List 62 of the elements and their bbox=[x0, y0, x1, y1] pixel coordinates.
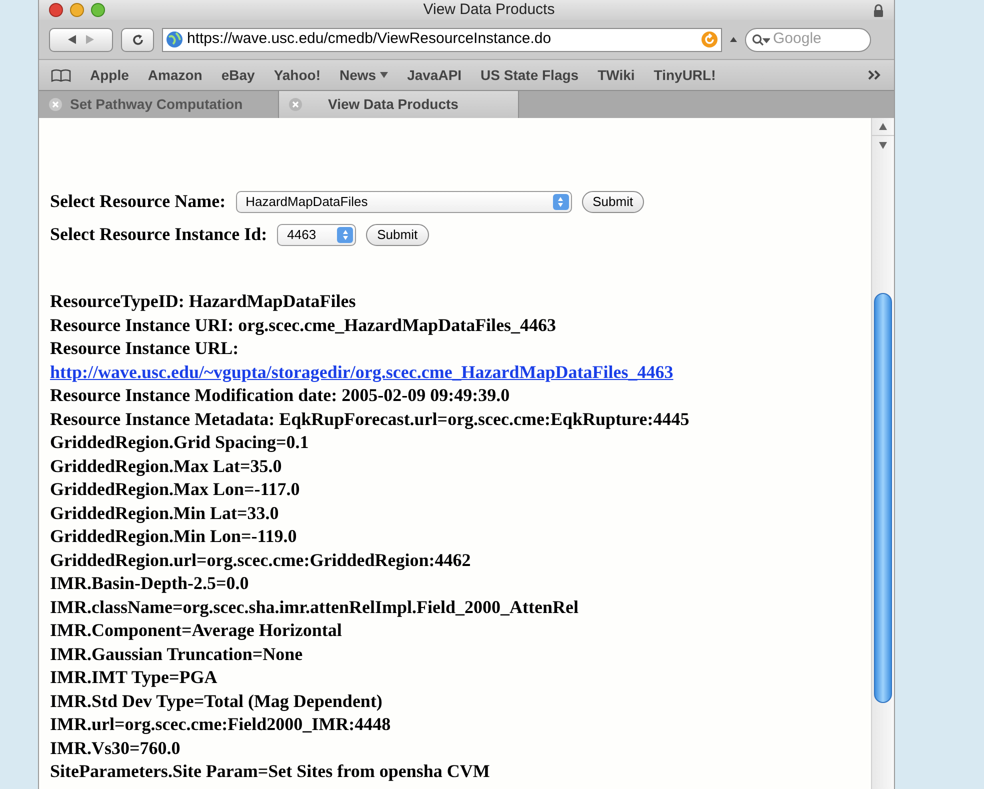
caret-icon[interactable] bbox=[730, 37, 737, 42]
detail-text: Resource Instance URL: bbox=[50, 337, 239, 360]
window-title: View Data Products bbox=[422, 0, 556, 20]
zoom-icon[interactable] bbox=[91, 3, 105, 17]
detail-text: IMR.Std Dev Type=Total (Mag Dependent) bbox=[50, 690, 382, 713]
bookmark-link[interactable]: TinyURL! bbox=[654, 64, 716, 86]
chevron-icon[interactable] bbox=[868, 70, 882, 80]
scroll-thumb[interactable] bbox=[874, 293, 892, 703]
detail-text: IMR.Component=Average Horizontal bbox=[50, 619, 342, 642]
search-icon bbox=[752, 34, 770, 46]
browser-tab[interactable]: View Data Products bbox=[279, 91, 519, 118]
detail-text: IMR.Vs30=760.0 bbox=[50, 736, 180, 760]
bookmark-link[interactable]: Amazon bbox=[148, 64, 202, 86]
book-icon[interactable] bbox=[51, 68, 71, 82]
lock-icon bbox=[873, 4, 884, 16]
detail-text: IMR.Gaussian Truncation=None bbox=[50, 642, 303, 666]
search-input[interactable]: Google bbox=[773, 28, 864, 51]
detail-text: GriddedRegion.Grid Spacing=0.1 bbox=[50, 431, 309, 454]
search-field[interactable]: Google bbox=[745, 28, 871, 52]
detail-text: IMR.className=org.scec.sha.imr.attenRelImpl.Field_2000_AttenRel bbox=[50, 596, 579, 619]
detail-text: GriddedRegion.Max Lon=-117.0 bbox=[50, 478, 300, 501]
detail-text: GriddedRegion.Min Lon=-119.0 bbox=[50, 525, 297, 548]
field-label: Select Resource Instance Id: bbox=[50, 223, 268, 246]
select-dropdown[interactable]: HazardMapDataFiles bbox=[236, 190, 572, 212]
address-field[interactable]: https://wave.usc.edu/cmedb/ViewResourceInstance.do bbox=[162, 28, 722, 52]
field-label: Select Resource Name: bbox=[50, 190, 226, 213]
bookmark-link[interactable]: Yahoo! bbox=[274, 64, 320, 86]
detail-text: ResourceTypeID: HazardMapDataFiles bbox=[50, 290, 356, 313]
detail-text: GriddedRegion.Max Lat=35.0 bbox=[50, 454, 282, 478]
reload-button[interactable] bbox=[121, 28, 154, 52]
detail-text: SiteParameters.Site Param=Set Sites from opensha CVM bbox=[50, 760, 490, 783]
globe-icon bbox=[166, 31, 183, 48]
detail-text: IMR.IMT Type=PGA bbox=[50, 666, 218, 689]
detail-text: GriddedRegion.url=org.scec.cme:GriddedRegion:4462 bbox=[50, 548, 471, 572]
detail-text: GriddedRegion.Min Lat=33.0 bbox=[50, 502, 279, 525]
detail-text: IMR.Basin-Depth-2.5=0.0 bbox=[50, 572, 249, 595]
url-text: https://wave.usc.edu/cmedb/ViewResourceInstance.do bbox=[187, 29, 552, 50]
detail-text: Resource Instance Modification date: 2005-02-09 09:49:39.0 bbox=[50, 384, 510, 407]
stepper-icon bbox=[552, 194, 569, 210]
bookmark-link[interactable]: Apple bbox=[90, 64, 129, 86]
resource-link[interactable]: http://wave.usc.edu/~vgupta/storagedir/org.scec.cme_HazardMapDataFiles_4463 bbox=[50, 360, 674, 384]
select-dropdown[interactable]: 4463 bbox=[277, 224, 356, 246]
bookmark-link[interactable]: eBay bbox=[221, 64, 255, 86]
dropdown-arrow-icon bbox=[380, 72, 388, 78]
back-forward-button[interactable] bbox=[49, 28, 113, 52]
minimize-icon[interactable] bbox=[70, 3, 84, 17]
bookmark-link[interactable]: News bbox=[339, 64, 388, 86]
submit-button[interactable]: Submit bbox=[582, 190, 644, 212]
bookmark-link[interactable]: TWiki bbox=[598, 64, 635, 86]
back-arrow-icon[interactable] bbox=[68, 35, 76, 44]
bookmark-link[interactable]: US State Flags bbox=[480, 64, 579, 86]
detail-text: IMR.url=org.scec.cme:Field2000_IMR:4448 bbox=[50, 713, 391, 736]
detail-text: Resource Instance Metadata: EqkRupForecast.url=org.scec.cme:EqkRupture:4445 bbox=[50, 408, 690, 431]
detail-text: Resource Instance URI: org.scec.cme_HazardMapDataFiles_4463 bbox=[50, 314, 556, 337]
reload-icon bbox=[132, 34, 144, 46]
stepper-icon bbox=[337, 226, 354, 242]
scroll-down-icon[interactable] bbox=[879, 142, 887, 148]
close-icon[interactable] bbox=[49, 3, 63, 17]
bookmark-link[interactable]: JavaAPI bbox=[407, 64, 462, 86]
scrollbar[interactable] bbox=[871, 118, 894, 789]
scroll-up-icon[interactable] bbox=[879, 123, 887, 130]
submit-button[interactable]: Submit bbox=[366, 224, 429, 246]
